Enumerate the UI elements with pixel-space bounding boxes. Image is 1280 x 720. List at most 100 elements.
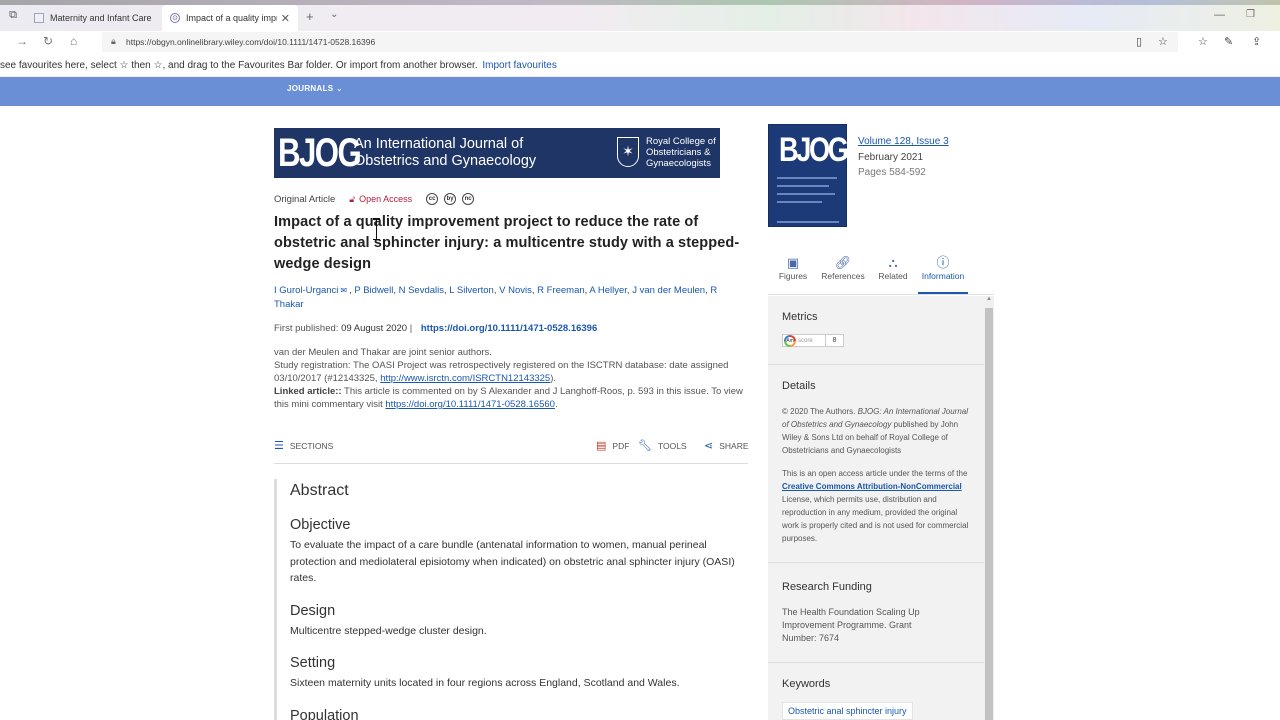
minimize-icon[interactable]: —	[1214, 9, 1225, 21]
bjog-logo: BJOG	[278, 131, 362, 175]
cover-line	[777, 193, 835, 195]
keywords-heading: Keywords	[782, 678, 831, 690]
pdf-icon: ▤	[596, 440, 607, 452]
tab-actions-icon[interactable]: ⧉	[4, 9, 22, 23]
tab-figures[interactable]: ▣ Figures	[768, 254, 818, 294]
close-tab-icon[interactable]: ✕	[281, 12, 290, 25]
cover-line	[777, 201, 822, 203]
author-link[interactable]: R Freeman	[537, 285, 585, 296]
browser-navbar: → ↻ ⌂ 🔒︎ https://obgyn.onlinelibrary.wil…	[0, 31, 1280, 53]
registration-note: Study registration: The OASI Project was…	[274, 360, 729, 384]
rcog-crest-icon: ✶	[617, 137, 639, 167]
issue-info: Volume 128, Issue 3 February 2021 Pages …	[858, 134, 949, 181]
sections-button[interactable]: ☰ SECTIONS	[274, 439, 333, 452]
page-icon	[34, 13, 44, 23]
author-link[interactable]: I Gurol-Urganci	[274, 285, 338, 296]
by-icon: by	[444, 193, 457, 205]
address-bar[interactable]: 🔒︎ https://obgyn.onlinelibrary.wiley.com…	[102, 32, 1178, 52]
open-access-badge[interactable]: 🔓︎ Open Access	[349, 194, 412, 205]
refresh-icon[interactable]: ↻	[43, 34, 53, 48]
new-tab-icon[interactable]: +	[306, 9, 314, 24]
design-heading: Design	[290, 602, 336, 619]
funding-text: The Health Foundation Scaling Up Improve…	[782, 607, 920, 643]
author-link[interactable]: L Silverton	[449, 285, 494, 296]
favourites-bar: see favourites here, select ☆ then ☆, an…	[0, 53, 1280, 77]
issue-date: February 2021	[858, 151, 924, 163]
wiley-favicon-icon: ⊙	[170, 13, 180, 23]
favourites-list-icon[interactable]: ☆	[1198, 35, 1208, 48]
link-icon: 🔗︎	[834, 255, 852, 270]
population-heading: Population	[290, 707, 359, 720]
author-list: I Gurol-Urganci ✉, P Bidwell, N Sevdalis,…	[274, 284, 718, 310]
funding-heading: Research Funding	[782, 581, 872, 593]
tab-maternity[interactable]: Maternity and Infant Care	[26, 5, 162, 31]
details-heading: Details	[782, 380, 816, 392]
setting-text: Sixteen maternity units located in four …	[290, 677, 680, 689]
divider	[768, 364, 984, 365]
email-icon[interactable]: ✉	[340, 284, 347, 298]
author-link[interactable]: P Bidwell	[354, 285, 393, 296]
commentary-link[interactable]: https://doi.org/10.1111/1471-0528.16560	[385, 399, 555, 410]
chevron-down-icon: ⌄	[335, 84, 343, 93]
cc-license-link[interactable]: Creative Commons Attribution-NonCommerci…	[782, 482, 962, 491]
tab-label: Maternity and Infant Care	[50, 13, 152, 23]
volume-link[interactable]: Volume 128, Issue 3	[858, 136, 949, 147]
reading-view-icon[interactable]: ▯	[1136, 35, 1142, 48]
author-link[interactable]: A Hellyer	[589, 285, 627, 296]
pdf-button[interactable]: ▤ PDF	[596, 439, 629, 452]
scroll-thumb[interactable]	[985, 308, 993, 720]
issue-pages: Pages 584-592	[858, 167, 926, 178]
society-name: Royal College of Obstetricians & Gynaeco…	[646, 136, 716, 169]
senior-note: van der Meulen and Thakar are joint seni…	[274, 347, 492, 358]
author-link[interactable]: V Novis	[499, 285, 532, 296]
article-type: Original Article	[274, 193, 336, 205]
keyword-chip[interactable]: Obstetric anal sphincter injury	[782, 702, 913, 720]
cover-line	[777, 177, 837, 179]
isrctn-link[interactable]: http://www.isrctn.com/ISRCTN12143325	[380, 373, 550, 384]
license-icons[interactable]: cc by nc	[426, 193, 480, 205]
site-nav: JOURNALS ⌄	[0, 77, 1280, 106]
panel-scrollbar[interactable]: ▲	[984, 296, 994, 720]
tab-information[interactable]: ⓘ Information	[918, 254, 968, 294]
divider	[768, 562, 984, 563]
doi-link[interactable]: https://doi.org/10.1111/1471-0528.16396	[421, 323, 597, 334]
tab-related[interactable]: ⛬ Related	[868, 254, 918, 294]
chevron-down-icon[interactable]: ⌄	[330, 9, 338, 20]
share-icon: ⋖	[704, 440, 714, 452]
share-button[interactable]: ⋖ SHARE	[704, 439, 749, 452]
metrics-heading: Metrics	[782, 311, 818, 323]
favourite-star-icon[interactable]: ☆	[1158, 35, 1168, 48]
text-cursor-icon	[373, 218, 380, 240]
share-icon[interactable]: ⇪	[1252, 35, 1261, 48]
home-icon[interactable]: ⌂	[70, 34, 77, 48]
details-text: © 2020 The Authors. BJOG: An Internation…	[782, 407, 969, 543]
browser-tab-bar: ⧉ Maternity and Infant Care ⊙ Impact of …	[0, 0, 1280, 31]
cover-line	[777, 221, 839, 223]
network-icon: ⛬	[888, 255, 898, 270]
altmetric-badge[interactable]: Am score 8	[782, 334, 844, 347]
import-favourites-link[interactable]: Import favourites	[482, 60, 556, 71]
restore-icon[interactable]: ❐	[1246, 9, 1255, 20]
cover-title: BJOG	[779, 131, 849, 169]
design-text: Multicentre stepped-wedge cluster design…	[290, 624, 487, 637]
journals-menu[interactable]: JOURNALS ⌄	[287, 84, 343, 93]
publication-info: First published: 09 August 2020 | https:…	[274, 323, 598, 334]
pen-icon[interactable]: ✎	[1224, 35, 1233, 48]
objective-text: To evaluate the impact of a care bundle …	[290, 539, 735, 584]
back-arrow-icon[interactable]: →	[16, 34, 28, 48]
sidebar-tabs: ▣ Figures 🔗︎ References ⛬ Related ⓘ Informat…	[768, 254, 994, 295]
journal-cover[interactable]: BJOG	[768, 124, 849, 227]
author-link[interactable]: J van der Meulen	[632, 285, 705, 296]
scroll-up-icon[interactable]: ▲	[986, 296, 992, 302]
altmetric-label: Am score	[782, 334, 826, 347]
tab-label: Impact of a quality impr	[186, 13, 277, 23]
tools-button[interactable]: 🔧︎ TOOLS	[638, 439, 687, 452]
author-link[interactable]: N Sevdalis	[399, 285, 444, 296]
abstract-heading: Abstract	[290, 482, 349, 499]
article-notes: van der Meulen and Thakar are joint seni…	[274, 346, 752, 411]
journal-banner[interactable]: BJOG An International Journal of Obstetr…	[274, 128, 720, 178]
tab-impact-article[interactable]: ⊙ Impact of a quality impr ✕	[162, 5, 298, 31]
wrench-icon: 🔧︎	[638, 440, 652, 452]
tab-references[interactable]: 🔗︎ References	[818, 254, 868, 294]
url-text: https://obgyn.onlinelibrary.wiley.com/do…	[126, 37, 376, 47]
